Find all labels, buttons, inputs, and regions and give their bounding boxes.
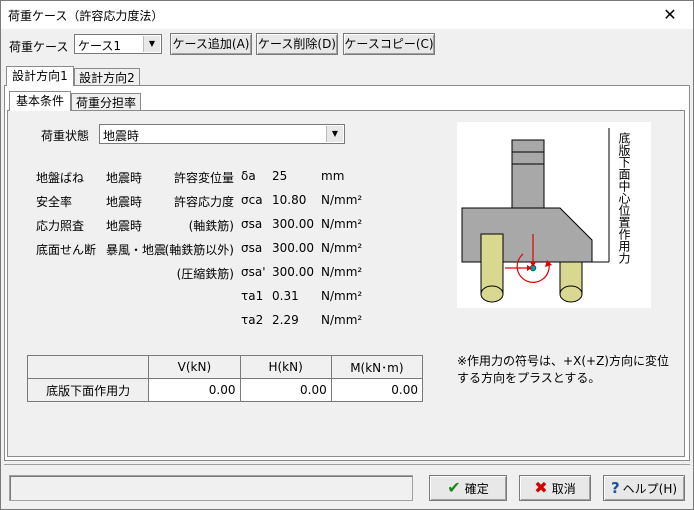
status-bar	[9, 475, 413, 501]
param-condition: 地震時	[106, 195, 143, 209]
param-name: (軸鉄筋以外)	[164, 243, 234, 257]
param-symbol: σsa	[241, 241, 263, 255]
close-button[interactable]: ✕	[647, 1, 693, 29]
param-condition: 地震時	[106, 219, 143, 233]
param-symbol: σsa	[241, 217, 263, 231]
table-header-v: V(kN)	[148, 355, 241, 379]
title-bar: 荷重ケース（許容応力度法） ✕	[1, 1, 693, 29]
param-condition: 地震時	[106, 171, 143, 185]
chevron-down-icon[interactable]: ▼	[143, 36, 160, 52]
param-symbol: δa	[241, 169, 256, 183]
param-unit: N/mm²	[321, 217, 363, 231]
table-corner-cell	[26, 355, 150, 379]
param-category: 底面せん断	[36, 243, 97, 257]
param-unit: mm	[321, 169, 345, 183]
param-symbol: τa1	[241, 289, 264, 303]
cancel-button-label: 取消	[551, 482, 576, 496]
help-button[interactable]: ? ヘルプ(H)	[603, 475, 685, 501]
force-table: V(kN) H(kN) M(kN･m) 底版下面作用力 0.00 0.00 0.…	[26, 355, 424, 402]
param-value: 300.00	[272, 265, 314, 279]
case-select-value: ケース1	[78, 39, 122, 53]
param-name: 許容変位量	[173, 171, 234, 185]
param-unit: N/mm²	[321, 265, 363, 279]
window-title: 荷重ケース（許容応力度法）	[8, 9, 164, 23]
help-button-label: ヘルプ(H)	[622, 482, 678, 496]
dialog-window: 荷重ケース（許容応力度法） ✕ 荷重ケース ケース1 ▼ ケース追加(A) ケー…	[0, 0, 694, 510]
checkmark-icon: ✔	[447, 478, 461, 497]
param-name: (圧縮鉄筋)	[176, 267, 234, 281]
footing-diagram: 底版下面中心位置作用力	[457, 122, 651, 308]
load-state-value: 地震時	[103, 129, 140, 143]
load-state-select[interactable]: 地震時 ▼	[99, 124, 345, 144]
copy-case-button[interactable]: ケースコピー(C)	[343, 33, 435, 55]
table-row: 底版下面作用力 0.00 0.00 0.00	[26, 378, 424, 402]
table-header-m: M(kN･m)	[330, 355, 424, 379]
table-row-label: 底版下面作用力	[26, 378, 150, 402]
subtab-basic[interactable]: 基本条件	[9, 91, 71, 111]
note-line-2: する方向をプラスとする。	[457, 371, 601, 385]
note-line-1: ※作用力の符号は、+X(+Z)方向に変位	[457, 354, 669, 368]
cross-icon: ✖	[534, 478, 548, 497]
param-condition: 暴風・地震	[106, 243, 167, 257]
param-name: 許容応力度	[173, 195, 234, 209]
table-header-h: H(kN)	[239, 355, 332, 379]
case-label: 荷重ケース	[9, 40, 69, 54]
load-state-label: 荷重状態	[41, 129, 90, 143]
delete-case-button[interactable]: ケース削除(D)	[256, 33, 338, 55]
question-icon: ?	[610, 479, 620, 497]
tab-direction-2[interactable]: 設計方向2	[74, 68, 140, 86]
param-category: 応力照査	[36, 219, 85, 233]
case-select[interactable]: ケース1 ▼	[74, 34, 162, 54]
tab-direction-1[interactable]: 設計方向1	[6, 66, 74, 86]
param-unit: N/mm²	[321, 241, 363, 255]
param-unit: N/mm²	[321, 289, 363, 303]
param-symbol: σca	[241, 193, 263, 207]
param-value: 0.31	[272, 289, 299, 303]
footer-divider	[4, 464, 690, 465]
add-case-button[interactable]: ケース追加(A)	[170, 33, 252, 55]
param-category: 地盤ばね	[36, 171, 85, 185]
param-name: (軸鉄筋)	[188, 219, 234, 233]
param-unit: N/mm²	[321, 193, 363, 207]
param-unit: N/mm²	[321, 313, 363, 327]
diagram-vertical-label: 底版下面中心位置作用力	[617, 132, 631, 264]
param-value: 25	[272, 169, 288, 183]
param-value: 10.80	[272, 193, 307, 207]
v-value-cell[interactable]: 0.00	[148, 378, 241, 402]
param-symbol: τa2	[241, 313, 264, 327]
chevron-down-icon[interactable]: ▼	[326, 126, 343, 142]
param-value: 300.00	[272, 241, 314, 255]
param-value: 300.00	[272, 217, 314, 231]
param-category: 安全率	[36, 195, 73, 209]
cancel-button[interactable]: ✖ 取消	[519, 475, 591, 501]
param-value: 2.29	[272, 313, 299, 327]
subtab-load-share[interactable]: 荷重分担率	[71, 93, 141, 111]
table-header-row: V(kN) H(kN) M(kN･m)	[26, 355, 424, 379]
param-symbol: σsa'	[241, 265, 266, 279]
m-value-cell[interactable]: 0.00	[330, 378, 424, 402]
h-value-cell[interactable]: 0.00	[239, 378, 332, 402]
ok-button-label: 確定	[464, 482, 489, 496]
ok-button[interactable]: ✔ 確定	[429, 475, 507, 501]
